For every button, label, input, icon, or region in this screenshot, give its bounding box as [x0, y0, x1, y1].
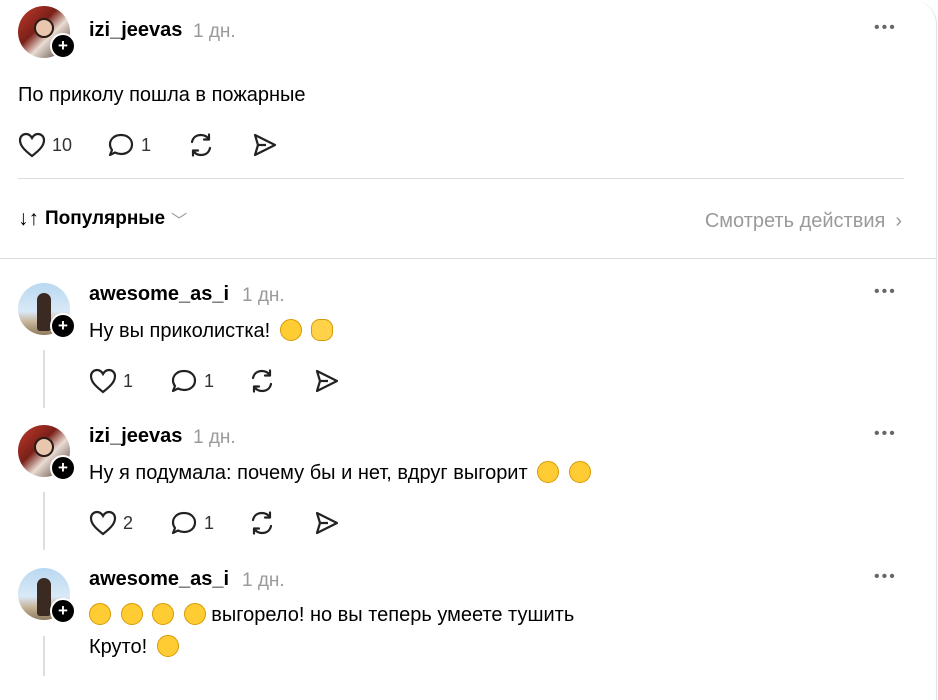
avatar-person: [37, 578, 51, 616]
send-icon: [315, 369, 339, 393]
reply-text-line2-content: Круто!: [89, 636, 148, 658]
follow-plus-icon[interactable]: +: [50, 598, 76, 624]
comment-button[interactable]: 1: [107, 131, 151, 159]
repost-icon: [190, 133, 212, 157]
smirking-face-emoji: [537, 461, 560, 483]
like-count: 10: [52, 134, 73, 155]
like-count: 1: [123, 370, 134, 391]
reply-text: выгорело! но вы теперь умеете тушить: [89, 603, 574, 627]
reply-text-content: выгорело! но вы теперь умеете тушить: [211, 604, 575, 626]
more-options-icon[interactable]: •••: [874, 19, 897, 37]
divider: [0, 258, 936, 259]
view-activity-label: Смотреть действия: [704, 210, 886, 232]
view-activity-link[interactable]: Смотреть действия ›: [705, 210, 902, 233]
username[interactable]: izi_jeevas: [89, 425, 182, 448]
comment-count: 1: [141, 134, 152, 155]
reply-text: Ну я подумала: почему бы и нет, вдруг вы…: [89, 461, 591, 485]
tears-of-joy-emoji: [120, 603, 143, 625]
like-button[interactable]: 2: [89, 509, 133, 537]
sort-dropdown[interactable]: ↓↑ Популярные ﹀: [18, 207, 187, 231]
repost-button[interactable]: [187, 131, 215, 159]
divider: [18, 178, 904, 179]
follow-plus-icon[interactable]: +: [50, 313, 76, 339]
username[interactable]: izi_jeevas: [89, 19, 182, 42]
sort-arrows-icon: ↓↑: [18, 207, 39, 230]
send-icon: [315, 511, 339, 535]
more-options-icon[interactable]: •••: [874, 283, 897, 301]
like-button[interactable]: 1: [89, 367, 133, 395]
clapping-hands-emoji: [311, 319, 334, 341]
tears-of-joy-emoji: [89, 603, 111, 625]
timestamp[interactable]: 1 дн.: [193, 427, 236, 449]
heart-icon: [18, 132, 46, 158]
comment-icon: [108, 133, 134, 157]
comment-count: 1: [204, 370, 215, 391]
username[interactable]: awesome_as_i: [89, 283, 229, 306]
like-count: 2: [123, 512, 134, 533]
grinning-sweat-emoji: [568, 461, 591, 483]
chevron-right-icon: ›: [895, 210, 902, 232]
comment-icon: [171, 369, 197, 393]
comment-icon: [171, 511, 197, 535]
username[interactable]: awesome_as_i: [89, 568, 229, 591]
comment-count: 1: [204, 512, 215, 533]
timestamp[interactable]: 1 дн.: [242, 285, 285, 307]
repost-button[interactable]: [248, 367, 276, 395]
sunglasses-emoji: [156, 635, 179, 657]
comment-button[interactable]: 1: [170, 509, 214, 537]
follow-plus-icon[interactable]: +: [50, 455, 76, 481]
reply-text: Ну вы приколистка!: [89, 319, 334, 343]
thread-line: [43, 636, 45, 676]
thread-line: [43, 350, 45, 408]
like-button[interactable]: 10: [18, 131, 72, 159]
heart-icon: [89, 510, 117, 536]
follow-plus-icon[interactable]: +: [50, 33, 76, 59]
repost-button[interactable]: [248, 509, 276, 537]
timestamp[interactable]: 1 дн.: [242, 570, 285, 592]
tears-of-joy-emoji: [152, 603, 175, 625]
more-options-icon[interactable]: •••: [874, 425, 897, 443]
reply-text-line2: Круто!: [89, 635, 179, 659]
reply-text-content: Ну я подумала: почему бы и нет, вдруг вы…: [89, 462, 528, 484]
thread-line: [43, 492, 45, 550]
repost-icon: [251, 369, 273, 393]
avatar-face: [34, 437, 54, 457]
sort-label: Популярные: [45, 208, 166, 229]
star-struck-emoji: [279, 319, 302, 341]
more-options-icon[interactable]: •••: [874, 568, 897, 586]
share-button[interactable]: [250, 131, 278, 159]
reply-text-content: Ну вы приколистка!: [89, 320, 271, 342]
comment-button[interactable]: 1: [170, 367, 214, 395]
tears-of-joy-emoji: [183, 603, 206, 625]
post-text: По приколу пошла в пожарные: [18, 84, 306, 106]
share-button[interactable]: [312, 367, 340, 395]
repost-icon: [251, 511, 273, 535]
chevron-down-icon: ﹀: [171, 213, 188, 230]
timestamp[interactable]: 1 дн.: [193, 21, 236, 43]
heart-icon: [89, 368, 117, 394]
avatar-face: [34, 18, 54, 38]
send-icon: [253, 133, 277, 157]
share-button[interactable]: [312, 509, 340, 537]
avatar-person: [37, 293, 51, 331]
